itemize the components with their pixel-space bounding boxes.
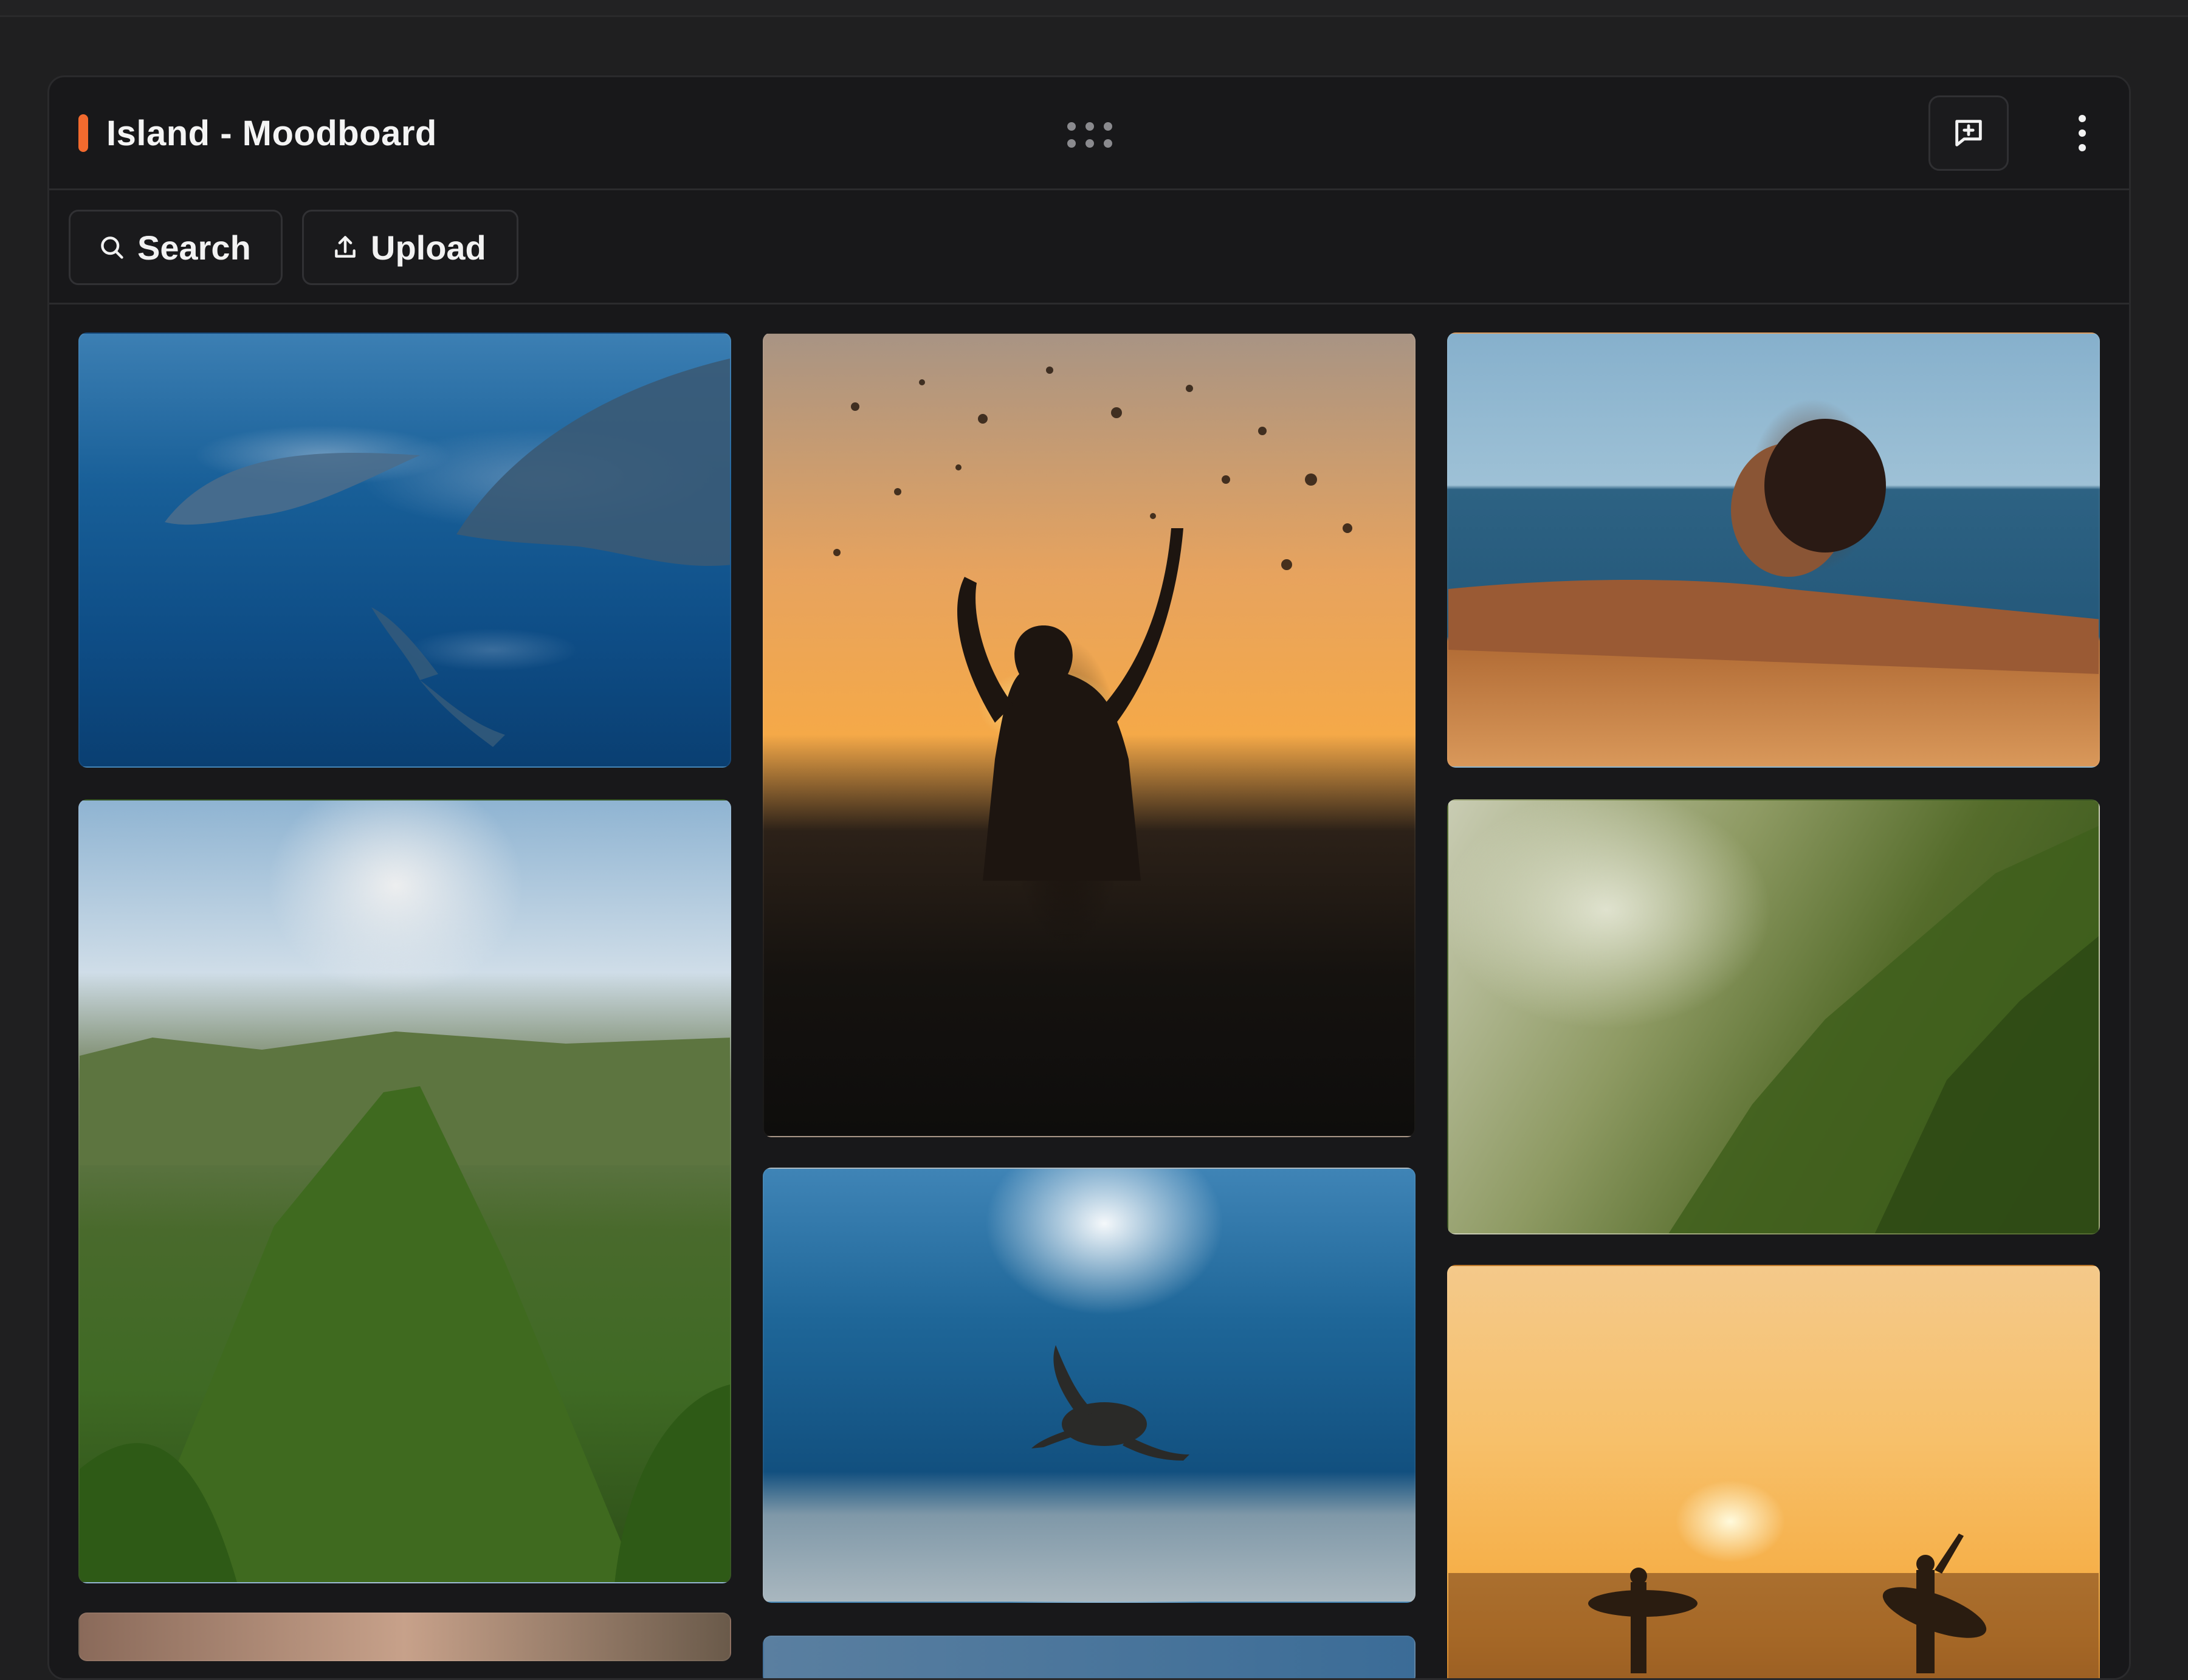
window-top-strip xyxy=(0,0,2188,17)
surfers-illustration xyxy=(1448,1534,2099,1678)
photo-partial-bottom-middle[interactable] xyxy=(763,1636,1416,1678)
photo-dolphins[interactable] xyxy=(78,332,731,768)
moodboard-panel: Island - Moodboard Search Upload xyxy=(47,75,2131,1680)
upload-button[interactable]: Upload xyxy=(302,210,518,285)
upload-icon xyxy=(335,236,356,258)
turtle-illustration xyxy=(1031,1345,1189,1461)
valley-illustration xyxy=(1668,825,2099,1233)
photo-sea-turtle[interactable] xyxy=(763,1168,1416,1603)
page-title: Island - Moodboard xyxy=(106,114,437,153)
more-options-button[interactable] xyxy=(2061,102,2104,165)
toolbar: Search Upload xyxy=(49,190,2129,305)
photo-valley[interactable] xyxy=(1447,799,2100,1234)
search-icon xyxy=(101,236,123,259)
photo-surfers-sunset[interactable] xyxy=(1447,1265,2100,1678)
photo-partial-bottom-left[interactable] xyxy=(78,1613,731,1661)
panel-header: Island - Moodboard xyxy=(49,77,2129,190)
dolphins-illustration xyxy=(165,358,730,747)
photo-mountain-peak[interactable] xyxy=(78,799,731,1583)
search-button-label: Search xyxy=(137,228,251,267)
message-plus-icon xyxy=(1955,120,1982,146)
grip-dots-icon[interactable] xyxy=(1065,121,1114,149)
kebab-vertical-icon xyxy=(2079,115,2086,151)
title-accent-bar xyxy=(78,114,88,152)
upload-button-label: Upload xyxy=(371,228,486,267)
splash-silhouette-illustration xyxy=(833,367,1352,881)
photo-splash-sunset[interactable] xyxy=(763,332,1416,1137)
photo-woman-pool[interactable] xyxy=(1447,332,2100,768)
add-comment-button[interactable] xyxy=(1928,95,2009,171)
woman-illustration xyxy=(1448,419,2099,674)
photo-grid xyxy=(49,305,2129,1678)
mountain-illustration xyxy=(80,1031,730,1582)
search-button[interactable]: Search xyxy=(69,210,283,285)
